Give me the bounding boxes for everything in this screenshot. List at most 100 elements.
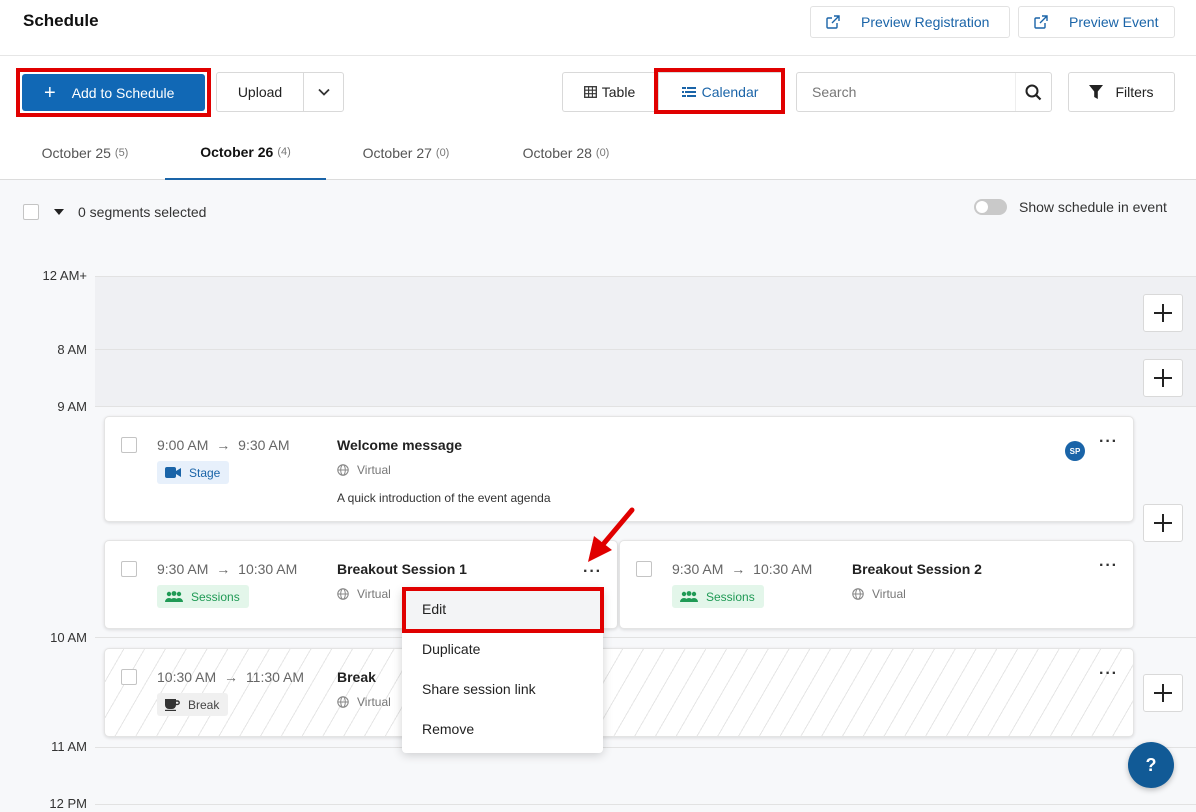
table-view-button[interactable]: Table [562, 72, 656, 112]
early-hours-block [95, 276, 1196, 406]
plus-icon: + [44, 81, 56, 104]
add-segment-button[interactable] [1143, 294, 1183, 332]
segments-selected-text: 0 segments selected [78, 204, 207, 220]
preview-event-button[interactable]: Preview Event [1018, 6, 1175, 38]
location-label: Virtual [357, 587, 391, 601]
segment-title: Welcome message [337, 437, 463, 453]
menu-item-remove[interactable]: Remove [402, 709, 603, 749]
show-schedule-toggle[interactable] [974, 199, 1007, 215]
hour-line [95, 747, 1196, 748]
hour-line [95, 349, 1196, 350]
tab-label: October 27 [362, 145, 432, 161]
more-options-icon[interactable]: ··· [583, 564, 602, 580]
table-icon [583, 86, 597, 98]
time-label: 10 AM [50, 630, 87, 645]
add-to-schedule-button[interactable]: + Add to Schedule [22, 74, 205, 111]
arrow-right-icon: → [216, 437, 231, 453]
external-link-icon [1034, 15, 1048, 29]
search-icon [1025, 84, 1042, 100]
upload-options-button[interactable] [304, 73, 343, 111]
segment-checkbox[interactable] [121, 437, 137, 453]
hour-line [95, 406, 1196, 407]
speaker-avatar[interactable]: SP [1065, 441, 1085, 461]
end-time: 9:30 AM [238, 437, 290, 453]
menu-item-edit[interactable]: Edit [402, 589, 603, 629]
people-group-icon [165, 590, 183, 602]
calendar-list-icon [681, 87, 696, 97]
add-to-schedule-label: Add to Schedule [71, 84, 175, 101]
filters-button[interactable]: Filters [1068, 72, 1175, 112]
add-segment-button[interactable] [1143, 504, 1183, 542]
segment-time: 9:00 AM → 9:30 AM [157, 437, 290, 453]
show-schedule-setting: Show schedule in event [974, 199, 1167, 215]
menu-item-duplicate[interactable]: Duplicate [402, 629, 603, 669]
time-label: 12 PM [49, 796, 87, 811]
arrow-right-icon: → [731, 561, 746, 577]
more-options-icon[interactable]: ··· [1099, 434, 1118, 450]
time-label: 11 AM [51, 739, 87, 754]
hour-line [95, 276, 1196, 277]
segment-checkbox[interactable] [636, 561, 652, 577]
segment-checkbox[interactable] [121, 669, 137, 685]
search-button[interactable] [1015, 73, 1051, 111]
tab-count: (4) [277, 146, 291, 158]
segment-location: Virtual [852, 587, 906, 601]
search-input[interactable] [797, 84, 1015, 100]
time-label: 8 AM [57, 342, 87, 357]
plus-icon [1154, 684, 1172, 702]
globe-icon [337, 696, 349, 708]
tab-october-28[interactable]: October 28 (0) [505, 126, 627, 180]
page-header: Schedule Preview Registration Preview Ev… [0, 0, 1196, 56]
menu-item-share-session-link[interactable]: Share session link [402, 669, 603, 709]
end-time: 11:30 AM [245, 669, 305, 685]
segment-type: Break [188, 697, 220, 712]
segment-card-breakout-2[interactable]: 9:30 AM → 10:30 AM Sessions Breakout Ses… [619, 540, 1134, 629]
video-camera-icon [165, 467, 181, 478]
segment-card-break[interactable]: 10:30 AM → 11:30 AM Break Break Virtual … [104, 648, 1134, 737]
calendar-view-label: Calendar [701, 84, 759, 100]
segment-checkbox[interactable] [121, 561, 137, 577]
upload-button[interactable]: Upload [217, 73, 304, 111]
tab-october-26[interactable]: October 26 (4) [165, 126, 326, 180]
segment-type: Sessions [706, 589, 755, 604]
hour-line [95, 804, 1196, 805]
date-tabs: October 25 (5) October 26 (4) October 27 (0… [0, 126, 1196, 180]
arrow-right-icon: → [216, 561, 231, 577]
arrow-right-icon: → [224, 669, 239, 685]
break-badge: Break [157, 693, 229, 716]
help-button[interactable]: ? [1128, 742, 1174, 788]
segment-location: Virtual [337, 587, 391, 601]
segment-type: Sessions [191, 589, 240, 604]
segment-time: 9:30 AM → 10:30 AM [672, 561, 812, 577]
globe-icon [852, 588, 864, 600]
location-label: Virtual [357, 695, 391, 709]
more-options-icon[interactable]: ··· [1099, 558, 1118, 574]
table-view-label: Table [601, 84, 636, 100]
chevron-down-icon [317, 88, 330, 96]
plus-icon [1154, 304, 1172, 322]
select-all-checkbox[interactable] [23, 204, 39, 220]
preview-registration-button[interactable]: Preview Registration [810, 6, 1010, 38]
add-segment-button[interactable] [1143, 674, 1183, 712]
filter-funnel-icon [1089, 84, 1104, 99]
tab-label: October 28 [522, 145, 592, 161]
tab-october-27[interactable]: October 27 (0) [345, 126, 467, 180]
coffee-cup-icon [165, 699, 180, 711]
add-segment-button[interactable] [1143, 359, 1183, 397]
caret-down-icon[interactable] [54, 208, 64, 216]
selection-bar: 0 segments selected [23, 204, 206, 220]
page-title: Schedule [23, 11, 99, 30]
more-options-icon[interactable]: ··· [1099, 666, 1118, 682]
sessions-badge: Sessions [672, 585, 764, 608]
hour-line [95, 637, 1196, 638]
segment-context-menu: Edit Duplicate Share session link Remove [402, 589, 603, 753]
end-time: 10:30 AM [238, 561, 298, 577]
tab-october-25[interactable]: October 25 (5) [24, 126, 146, 180]
external-link-icon [826, 15, 840, 29]
tab-label: October 26 [200, 144, 274, 160]
toolbar: + Add to Schedule Upload Table Calendar … [0, 56, 1196, 126]
segment-description: A quick introduction of the event agenda [337, 491, 551, 505]
calendar-view-button[interactable]: Calendar [658, 72, 782, 112]
tab-count: (5) [114, 147, 129, 159]
stage-badge: Stage [157, 461, 230, 484]
